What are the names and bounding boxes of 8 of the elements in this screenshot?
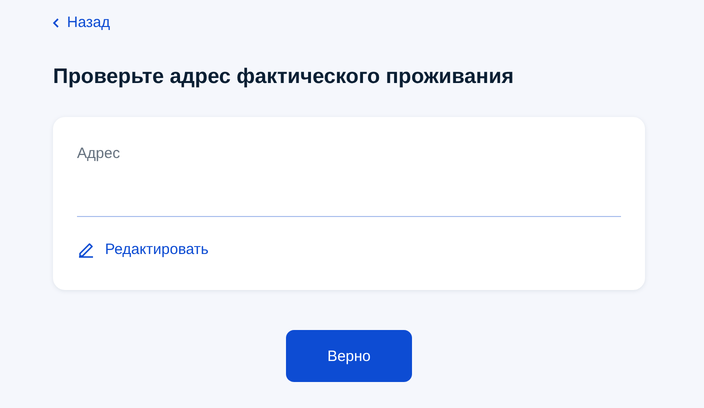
chevron-left-icon [53,18,59,28]
back-link[interactable]: Назад [53,14,110,32]
address-field[interactable]: Адрес [77,145,621,217]
page-title: Проверьте адрес фактического проживания [53,64,515,90]
edit-link[interactable]: Редактировать [77,241,209,259]
field-label: Адрес [77,145,120,163]
confirm-button[interactable]: Верно [286,330,412,382]
pencil-icon [77,241,95,259]
